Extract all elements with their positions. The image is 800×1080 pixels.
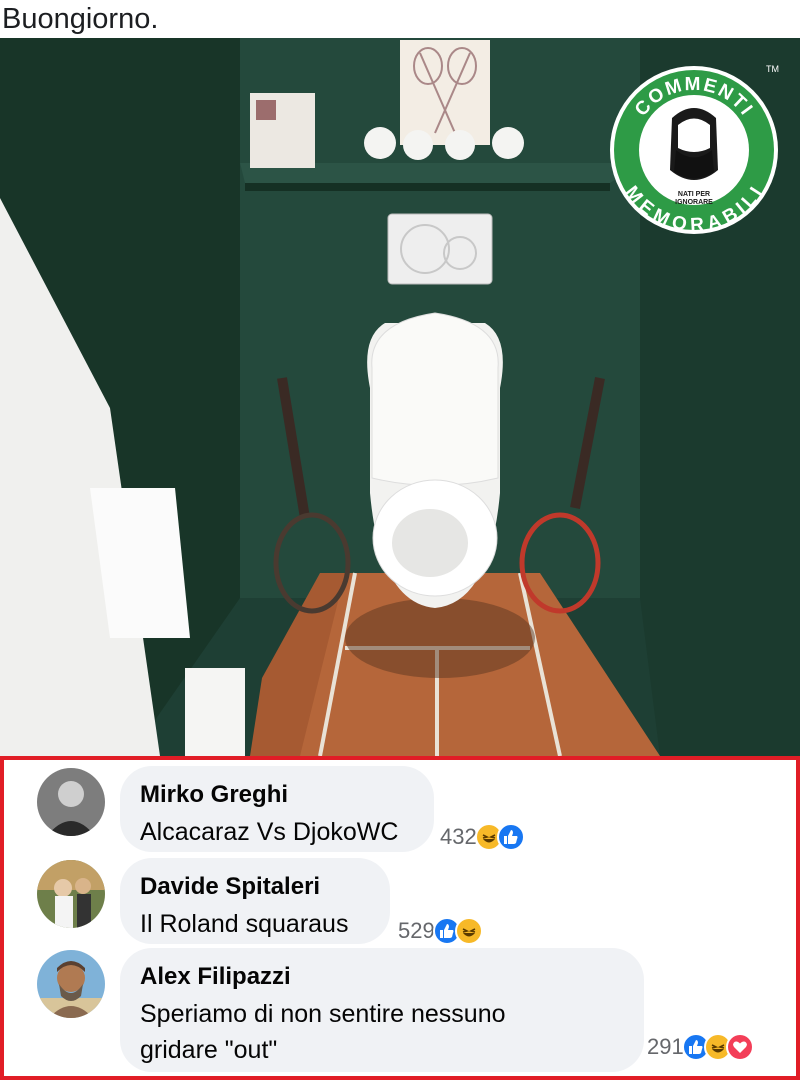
comment-author[interactable]: Alex Filipazzi <box>140 962 624 992</box>
love-icon <box>725 1033 754 1061</box>
like-icon <box>496 823 525 851</box>
reaction-count: 432 <box>440 824 477 849</box>
reaction-count: 291 <box>647 1034 684 1059</box>
comment-bubble: Alex Filipazzi Speriamo di non sentire n… <box>120 948 644 1072</box>
avatar[interactable] <box>37 768 105 836</box>
comment-text: Il Roland squaraus <box>140 910 349 938</box>
comment-bubble: Mirko Greghi Alcacaraz Vs DjokoWC <box>120 766 434 852</box>
logo-tagline-1: NATI PER <box>678 191 710 198</box>
comment-bubble: Davide Spitaleri Il Roland squaraus <box>120 858 390 944</box>
avatar[interactable] <box>37 950 105 1018</box>
comment-text: Alcacaraz Vs DjokoWC <box>140 818 399 846</box>
reaction-summary[interactable]: 291 <box>647 1032 754 1062</box>
commenti-memorabili-logo: COMMENTI MEMORABILI NATI PER IGNORARE TM <box>606 50 782 246</box>
logo-tm: TM <box>766 64 779 74</box>
reaction-summary[interactable]: 529 <box>398 916 483 946</box>
comment-text-line: gridare "out" <box>140 1036 278 1064</box>
comment-text: Speriamo di non sentire nessuno gridare … <box>140 996 624 1068</box>
reaction-count: 529 <box>398 918 435 943</box>
reaction-summary[interactable]: 432 <box>440 822 525 852</box>
avatar[interactable] <box>37 860 105 928</box>
comment-text-line: Speriamo di non sentire nessuno <box>140 1000 506 1028</box>
comment-author[interactable]: Mirko Greghi <box>140 780 414 810</box>
post-caption: Buongiorno. <box>2 3 159 35</box>
comments-section: Mirko Greghi Alcacaraz Vs DjokoWC 432 Da… <box>0 756 800 1080</box>
logo-tagline-2: IGNORARE <box>675 199 713 206</box>
comment-author[interactable]: Davide Spitaleri <box>140 872 370 902</box>
haha-icon <box>454 917 483 945</box>
